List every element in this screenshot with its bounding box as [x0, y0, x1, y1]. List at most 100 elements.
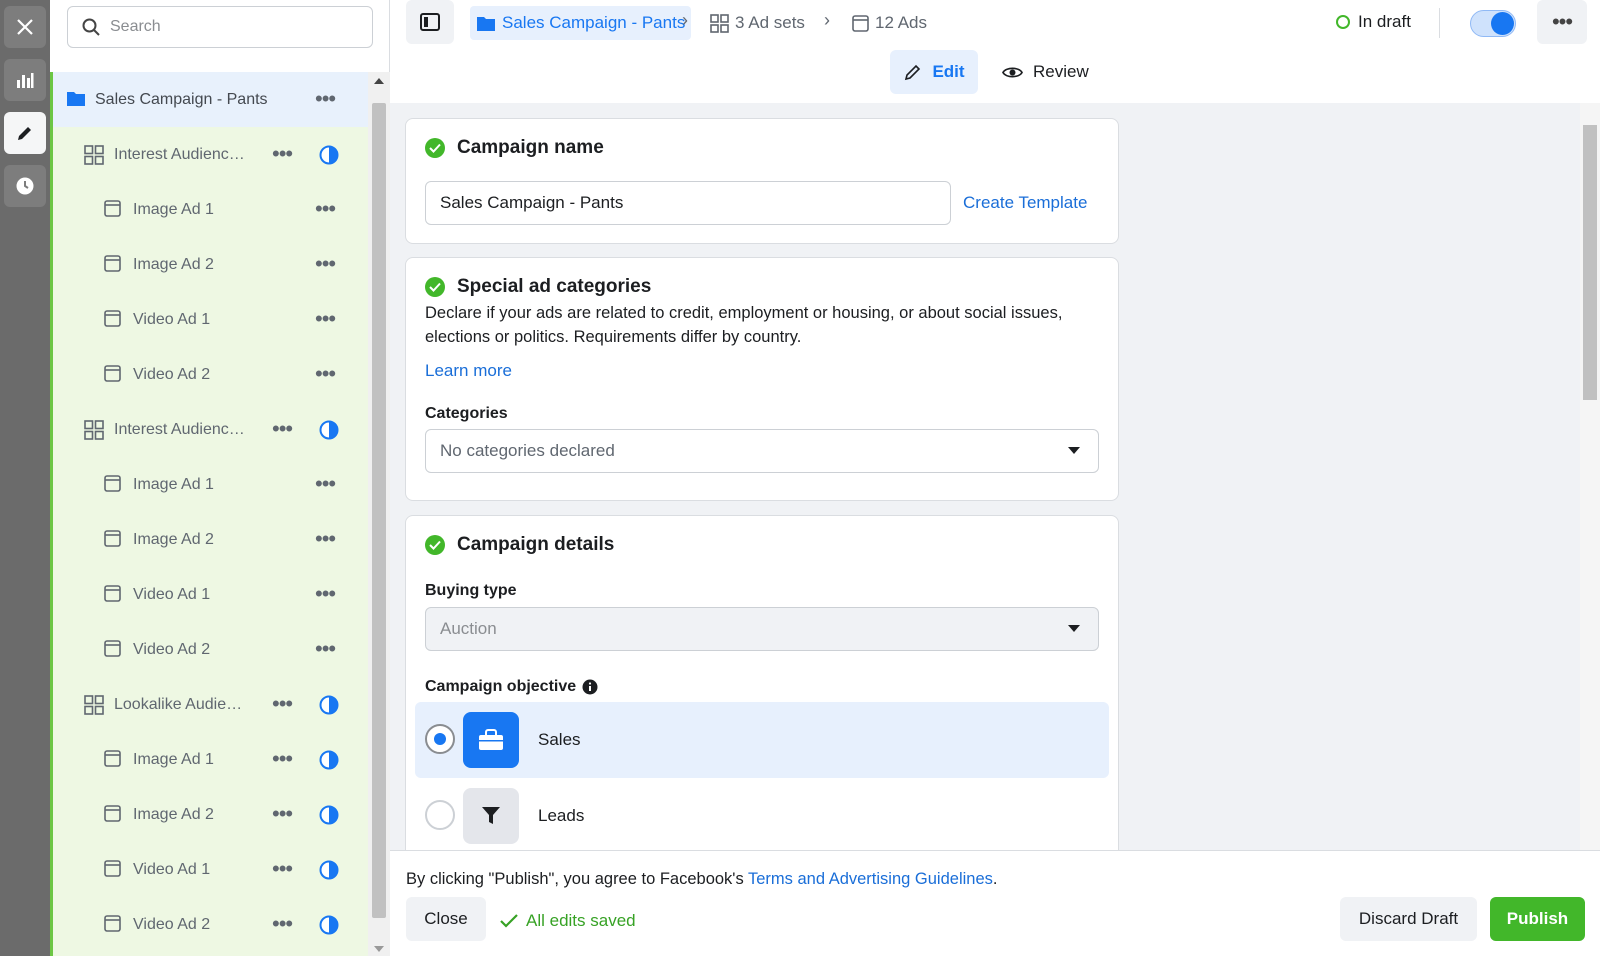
- caret-down-icon: [1068, 625, 1080, 632]
- more-icon[interactable]: •••: [272, 913, 293, 935]
- campaign-name-value: Sales Campaign - Pants: [440, 193, 624, 212]
- tree-item-ad[interactable]: Video Ad 2 •••: [53, 897, 368, 952]
- content-scroll-thumb[interactable]: [1583, 125, 1597, 400]
- breadcrumb-adsets[interactable]: 3 Ad sets: [710, 6, 805, 40]
- tab-review[interactable]: Review: [1002, 50, 1089, 94]
- reporting-button[interactable]: [4, 59, 46, 101]
- more-icon[interactable]: •••: [315, 88, 336, 110]
- more-icon[interactable]: •••: [272, 858, 293, 880]
- ad-icon: [104, 255, 126, 275]
- sidebar-toggle-icon: [420, 13, 440, 31]
- more-icon[interactable]: •••: [272, 143, 293, 165]
- tree-item-ad[interactable]: Image Ad 1 •••: [53, 182, 368, 237]
- more-icon[interactable]: •••: [272, 693, 293, 715]
- tree-scroll-thumb[interactable]: [372, 103, 386, 918]
- breadcrumb-adsets-label: 3 Ad sets: [735, 13, 805, 32]
- eye-icon: [1002, 67, 1023, 77]
- search-placeholder: Search: [110, 18, 161, 35]
- terms-link[interactable]: Terms and Advertising Guidelines: [748, 870, 993, 888]
- pencil-icon: [905, 64, 921, 80]
- more-icon[interactable]: •••: [315, 198, 336, 220]
- create-template-link[interactable]: Create Template: [963, 193, 1087, 213]
- footer: By clicking "Publish", you agree to Face…: [390, 850, 1600, 956]
- campaign-details-card: Campaign details Buying type Auction Cam…: [405, 515, 1119, 850]
- publish-button[interactable]: Publish: [1490, 897, 1585, 941]
- edit-mode-button[interactable]: [4, 112, 46, 154]
- content-scrollbar[interactable]: [1580, 103, 1600, 850]
- folder-icon: [477, 16, 495, 31]
- tree-item-ad[interactable]: Video Ad 1 •••: [53, 292, 368, 347]
- objective-radio-leads[interactable]: [425, 800, 455, 830]
- ad-icon: [104, 640, 126, 660]
- buying-type-select[interactable]: Auction: [425, 607, 1099, 651]
- tab-edit[interactable]: Edit: [890, 50, 978, 94]
- breadcrumb-campaign[interactable]: Sales Campaign - Pants: [470, 6, 692, 40]
- breadcrumb-ads[interactable]: 12 Ads: [852, 6, 927, 40]
- briefcase-icon: [463, 712, 519, 768]
- search-icon: [82, 18, 100, 36]
- search-input[interactable]: Search: [67, 6, 373, 48]
- header: Sales Campaign - Pants › 3 Ad sets › 12 …: [390, 0, 1600, 103]
- ad-icon: [104, 530, 126, 550]
- chevron-right-icon: ›: [824, 10, 830, 30]
- ad-icon: [104, 750, 126, 770]
- info-icon[interactable]: [582, 679, 598, 695]
- objective-radio-sales[interactable]: [425, 724, 455, 754]
- half-circle-icon: [319, 805, 339, 825]
- sidebar-toggle-button[interactable]: [406, 0, 454, 44]
- more-icon[interactable]: •••: [315, 363, 336, 385]
- objective-option-leads[interactable]: Leads: [415, 778, 1109, 850]
- more-icon[interactable]: •••: [272, 418, 293, 440]
- tree-item-ad[interactable]: Video Ad 1 •••: [53, 842, 368, 897]
- more-icon[interactable]: •••: [315, 253, 336, 275]
- more-icon: •••: [1551, 9, 1573, 34]
- categories-select[interactable]: No categories declared: [425, 429, 1099, 473]
- tab-edit-label: Edit: [932, 62, 965, 81]
- scroll-up-arrow-icon[interactable]: [374, 78, 384, 84]
- objective-option-sales[interactable]: Sales: [415, 702, 1109, 778]
- more-options-button[interactable]: •••: [1537, 0, 1587, 44]
- learn-more-link[interactable]: Learn more: [425, 361, 512, 381]
- clock-icon: [16, 177, 34, 195]
- save-status-label: All edits saved: [526, 911, 636, 930]
- tree-item-ad[interactable]: Image Ad 1 •••: [53, 457, 368, 512]
- more-icon[interactable]: •••: [272, 803, 293, 825]
- half-circle-icon: [319, 695, 339, 715]
- agreement-prefix: By clicking "Publish", you agree to Face…: [406, 870, 748, 888]
- left-rail: [0, 0, 50, 956]
- campaign-toggle[interactable]: [1470, 10, 1516, 37]
- checkmark-icon: [500, 914, 518, 928]
- discard-draft-label: Discard Draft: [1358, 909, 1459, 928]
- more-icon[interactable]: •••: [315, 638, 336, 660]
- publish-agreement: By clicking "Publish", you agree to Face…: [406, 870, 997, 889]
- grid-icon: [84, 420, 106, 440]
- tree-item-campaign[interactable]: Sales Campaign - Pants •••: [53, 72, 368, 127]
- more-icon[interactable]: •••: [272, 748, 293, 770]
- campaign-name-title-label: Campaign name: [457, 137, 604, 158]
- campaign-name-input[interactable]: Sales Campaign - Pants: [425, 181, 951, 225]
- tree-item-adset[interactable]: Interest Audience Set 2 •••: [53, 402, 368, 457]
- categories-label: Categories: [425, 405, 508, 422]
- close-button[interactable]: Close: [406, 897, 486, 941]
- discard-draft-button[interactable]: Discard Draft: [1340, 897, 1477, 941]
- more-icon[interactable]: •••: [315, 528, 336, 550]
- tree-item-ad[interactable]: Video Ad 2 •••: [53, 347, 368, 402]
- tree-item-ad[interactable]: Image Ad 2 •••: [53, 512, 368, 567]
- close-button[interactable]: [4, 6, 46, 48]
- history-button[interactable]: [4, 165, 46, 207]
- tree-item-ad[interactable]: Image Ad 2 •••: [53, 787, 368, 842]
- ad-icon: [104, 805, 126, 825]
- breadcrumb-ads-label: 12 Ads: [875, 13, 927, 32]
- tree-item-adset[interactable]: Interest Audience Set 1 •••: [53, 127, 368, 182]
- scroll-down-arrow-icon[interactable]: [374, 946, 384, 952]
- more-icon[interactable]: •••: [315, 473, 336, 495]
- tree-item-ad[interactable]: Image Ad 2 •••: [53, 237, 368, 292]
- more-icon[interactable]: •••: [315, 583, 336, 605]
- tree-item-ad[interactable]: Video Ad 2 •••: [53, 622, 368, 677]
- tree-item-ad[interactable]: Video Ad 1 •••: [53, 567, 368, 622]
- more-icon[interactable]: •••: [315, 308, 336, 330]
- editor-content: Campaign name Sales Campaign - Pants Cre…: [390, 103, 1600, 850]
- tree-item-adset[interactable]: Lookalike Audience Set •••: [53, 677, 368, 732]
- tree-item-ad[interactable]: Image Ad 1 •••: [53, 732, 368, 787]
- tree-item-label: Video Ad 2: [133, 640, 211, 658]
